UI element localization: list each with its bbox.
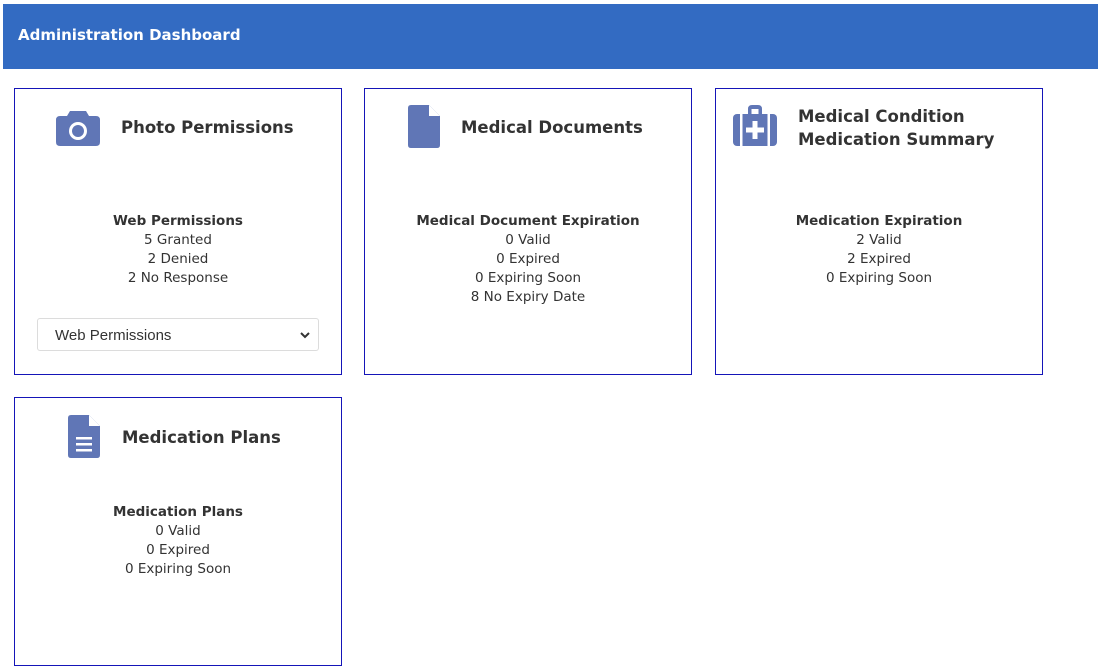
- card-title: Medication Plans: [122, 426, 281, 449]
- stat-valid: 0 Valid: [505, 232, 551, 248]
- stats-block: Medication Plans 0 Valid 0 Expired 0 Exp…: [15, 503, 341, 579]
- stat-no-response: 2 No Response: [127, 270, 229, 286]
- stats-heading: Medication Expiration: [795, 213, 963, 229]
- card-title: Medical Documents: [461, 116, 643, 139]
- card-title: Photo Permissions: [121, 116, 294, 139]
- stat-expired: 0 Expired: [496, 251, 560, 267]
- stat-granted: 5 Granted: [144, 232, 212, 248]
- stat-valid: 2 Valid: [856, 232, 902, 248]
- card-medical-documents[interactable]: Medical Documents Medical Document Expir…: [364, 88, 692, 375]
- chevron-down-icon: [300, 332, 310, 339]
- dashboard-header: Administration Dashboard: [3, 4, 1098, 69]
- card-title-line: Medication Plans: [122, 428, 281, 447]
- stat-expiring-soon: 0 Expiring Soon: [825, 270, 933, 286]
- stat-expiring-soon: 0 Expiring Soon: [124, 561, 232, 577]
- stat-expired: 0 Expired: [146, 542, 210, 558]
- card-title-line: Medical Condition: [798, 107, 965, 126]
- permissions-type-select[interactable]: Web Permissions: [37, 318, 319, 351]
- stat-valid: 0 Valid: [155, 523, 201, 539]
- card-title: Medical Condition Medication Summary: [798, 105, 994, 151]
- card-title-line: Medical Documents: [461, 118, 643, 137]
- stat-no-expiry-date: 8 No Expiry Date: [470, 289, 586, 305]
- card-medication-plans[interactable]: Medication Plans Medication Plans 0 Vali…: [14, 397, 342, 666]
- camera-icon: [56, 111, 100, 146]
- stat-denied: 2 Denied: [147, 251, 209, 267]
- stats-heading: Medication Plans: [113, 504, 243, 520]
- stats-block: Medication Expiration 2 Valid 2 Expired …: [716, 212, 1042, 288]
- card-medical-condition-summary[interactable]: Medical Condition Medication Summary Med…: [715, 88, 1043, 375]
- stats-block: Web Permissions 5 Granted 2 Denied 2 No …: [15, 212, 341, 288]
- stat-expired: 2 Expired: [847, 251, 911, 267]
- stats-block: Medical Document Expiration 0 Valid 0 Ex…: [365, 212, 691, 307]
- card-title-line: Medication Summary: [798, 130, 995, 149]
- card-title-line: Photo Permissions: [121, 118, 294, 137]
- document-text-icon: [68, 415, 100, 458]
- select-value: Web Permissions: [55, 327, 172, 344]
- stat-expiring-soon: 0 Expiring Soon: [474, 270, 582, 286]
- medical-kit-icon: [733, 105, 777, 146]
- page-title: Administration Dashboard: [18, 26, 241, 44]
- stats-heading: Web Permissions: [113, 213, 243, 229]
- stats-heading: Medical Document Expiration: [416, 213, 640, 229]
- card-photo-permissions[interactable]: Photo Permissions Web Permissions 5 Gran…: [14, 88, 342, 375]
- document-icon: [408, 105, 440, 148]
